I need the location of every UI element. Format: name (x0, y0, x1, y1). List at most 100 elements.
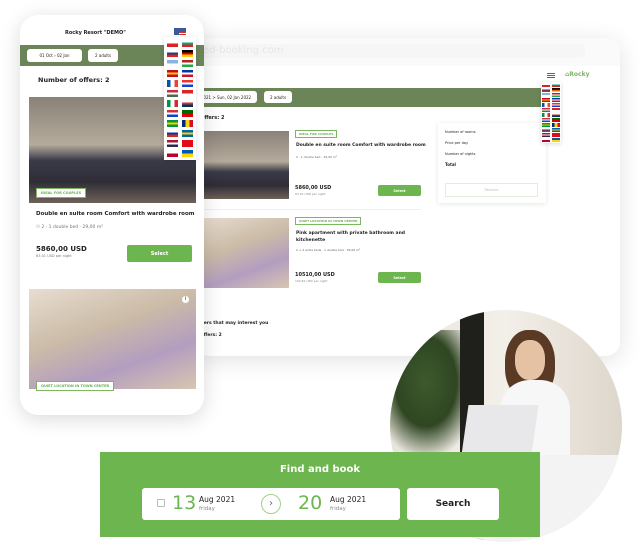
language-flag-icon[interactable] (542, 138, 550, 142)
language-flag-icon[interactable] (167, 50, 178, 57)
logo[interactable]: ⌂Rocky (565, 71, 590, 78)
language-flag-icon[interactable] (542, 128, 550, 132)
date-range-button[interactable]: 01 Oct › 02 Jan (27, 49, 82, 62)
summary-nights: Number of nights (445, 152, 476, 156)
offer-tag: IDEAL FOR COUPLES (295, 130, 338, 138)
language-dropdown[interactable] (541, 82, 561, 143)
divider (200, 209, 421, 210)
woman-face (515, 340, 545, 380)
offer-details: 2 + 2 extra beds · 1 double bed · 39,00 … (296, 248, 361, 252)
offer-bed: 1 double bed (48, 225, 79, 230)
offer-title[interactable]: Double en suite room Comfort with wardro… (296, 143, 426, 148)
to-weekday: friday (330, 506, 346, 512)
date-picker[interactable]: 13 Aug 2021 friday › 20 Aug 2021 friday (142, 488, 400, 520)
language-flag-icon[interactable] (182, 40, 193, 47)
language-flag-icon[interactable] (542, 83, 550, 87)
language-flag-icon[interactable] (542, 93, 550, 97)
language-flag-icon[interactable] (182, 90, 193, 97)
language-flag-icon[interactable] (167, 130, 178, 137)
language-flag-icon[interactable] (542, 118, 550, 122)
language-flag-icon[interactable] (552, 133, 560, 137)
language-flag-icon[interactable] (182, 140, 193, 147)
room-photo[interactable] (200, 131, 289, 199)
language-flag-icon[interactable] (167, 70, 178, 77)
select-button[interactable]: Select (378, 185, 421, 196)
language-flag-icon[interactable] (167, 120, 178, 127)
summary-total: Total (445, 162, 456, 167)
language-flag-icon[interactable] (552, 88, 560, 92)
language-flag-us[interactable] (174, 28, 186, 35)
guests-button[interactable]: 2 adults (88, 49, 118, 62)
offer-price: 5860,00 USD (295, 185, 332, 191)
hotel-title: Rocky Resort "DEMO" (65, 30, 126, 36)
language-flag-icon[interactable] (552, 93, 560, 97)
language-flag-icon[interactable] (167, 60, 178, 67)
offer-guests: 2 (41, 225, 45, 230)
offer-tag: QUIET LOCATION IN TOWN CENTER (36, 381, 115, 391)
language-flag-icon[interactable] (182, 110, 193, 117)
language-flag-icon[interactable] (552, 98, 560, 102)
language-dropdown[interactable] (164, 37, 196, 160)
language-flag-icon[interactable] (542, 88, 550, 92)
from-day[interactable]: 13 (172, 492, 196, 514)
room-photo[interactable]: i QUIET LOCATION IN TOWN CENTER (29, 289, 196, 391)
language-flag-icon[interactable] (542, 98, 550, 102)
language-flag-icon[interactable] (167, 140, 178, 147)
language-flag-icon[interactable] (182, 130, 193, 137)
language-flag-icon[interactable] (552, 118, 560, 122)
to-day[interactable]: 20 (298, 492, 322, 514)
language-flag-icon[interactable] (552, 103, 560, 107)
date-range-button[interactable]: 2021 > Sun, 02 Jan 2022 (195, 91, 257, 103)
guests-button[interactable]: 2 adults (264, 91, 292, 103)
language-flag-icon[interactable] (167, 40, 178, 47)
room-photo[interactable] (200, 218, 289, 288)
language-flag-icon[interactable] (182, 80, 193, 87)
language-flag-icon[interactable] (182, 60, 193, 67)
language-flag-icon[interactable] (182, 70, 193, 77)
booking-summary: Number of rooms Price per day Number of … (438, 123, 546, 203)
date-to: 02 Jan (56, 53, 70, 58)
offer-price: 10510,00 USD (295, 272, 335, 278)
language-flag-us[interactable] (547, 73, 555, 78)
language-flag-icon[interactable] (167, 110, 178, 117)
language-flag-icon[interactable] (542, 113, 550, 117)
offer-per-night: 63,01 USD per night (36, 254, 72, 258)
select-button[interactable]: Select (378, 272, 421, 283)
language-flag-icon[interactable] (182, 150, 193, 157)
offer-per-night: 63,01 USD per night (295, 192, 326, 196)
offers-count: Number of offers: 2 (38, 76, 110, 84)
language-flag-icon[interactable] (167, 100, 178, 107)
select-button[interactable]: Select (127, 245, 192, 262)
language-flag-icon[interactable] (552, 83, 560, 87)
find-title: Find and book (279, 464, 361, 475)
language-flag-icon[interactable] (182, 100, 193, 107)
info-icon[interactable]: i (182, 296, 189, 303)
desktop-browser-window: ed-booking.com ⌂Rocky 2021 > Sun, 02 Jan… (195, 38, 620, 356)
language-flag-icon[interactable] (552, 113, 560, 117)
language-flag-icon[interactable] (542, 133, 550, 137)
offer-tag: QUIET LOCATION IN TOWN CENTER (295, 217, 362, 225)
language-flag-icon[interactable] (167, 80, 178, 87)
logo-text: Rocky (569, 71, 590, 78)
language-flag-icon[interactable] (167, 150, 178, 157)
language-flag-icon[interactable] (542, 103, 550, 107)
offer-title[interactable]: Pink apartment with private bathroom and… (296, 230, 422, 244)
language-flag-icon[interactable] (182, 120, 193, 127)
summary-price-per-day: Price per day (445, 141, 469, 145)
language-flag-icon[interactable] (552, 108, 560, 112)
language-flag-icon[interactable] (182, 50, 193, 57)
language-flag-icon[interactable] (552, 138, 560, 142)
search-button[interactable]: Search (407, 488, 499, 520)
guests-icon: ⚇ (36, 225, 41, 230)
search-bar: 2021 > Sun, 02 Jan 2022 2 adults (195, 88, 560, 107)
reserve-button[interactable]: Reserve (445, 183, 538, 197)
language-flag-icon[interactable] (542, 108, 550, 112)
language-flag-icon[interactable] (552, 128, 560, 132)
address-bar[interactable]: ed-booking.com (195, 44, 585, 58)
to-month: Aug 2021 (330, 495, 367, 504)
language-flag-icon[interactable] (542, 123, 550, 127)
arrow-right-icon[interactable]: › (261, 494, 281, 514)
language-flag-icon[interactable] (552, 123, 560, 127)
language-flag-icon[interactable] (167, 90, 178, 97)
offer-title[interactable]: Double en suite room Comfort with wardro… (36, 211, 194, 217)
